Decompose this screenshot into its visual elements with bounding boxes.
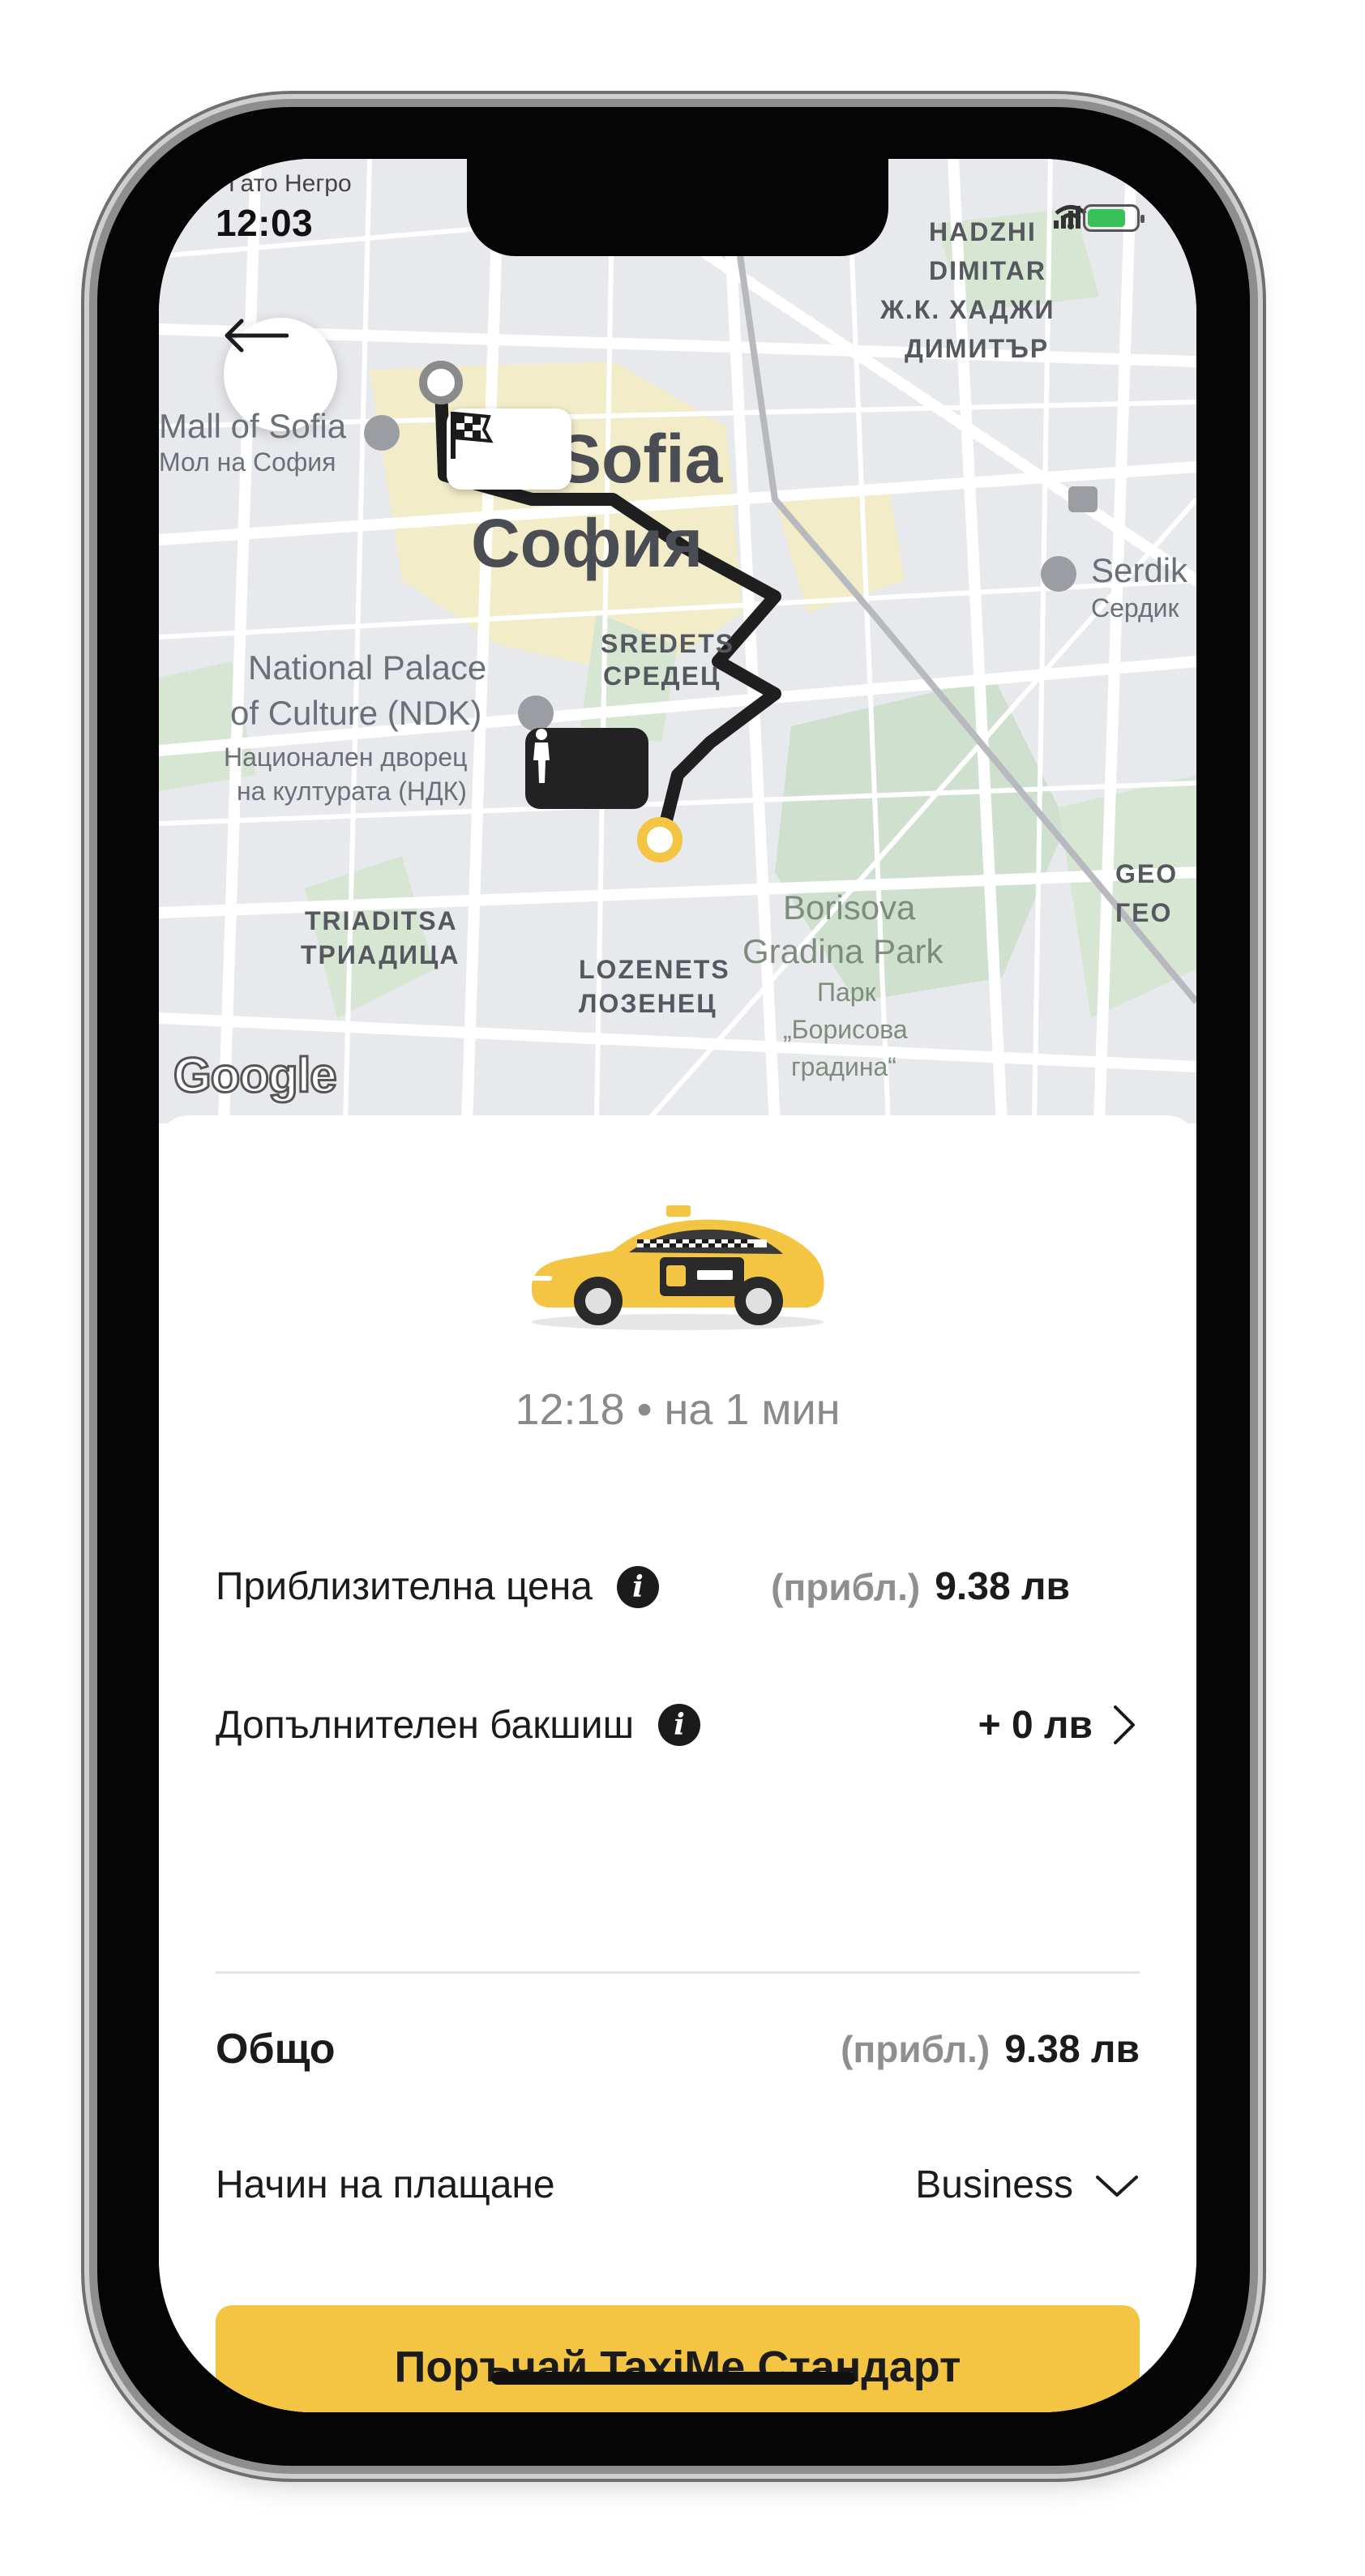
home-indicator[interactable] xyxy=(491,2372,856,2385)
status-icons xyxy=(1054,204,1145,232)
payment-label: Начин на плащане xyxy=(216,2163,555,2206)
divider xyxy=(216,1971,1140,1974)
map-label-triaditsa-latin: TRIADITSA xyxy=(305,906,458,935)
order-taxi-button[interactable]: Поръчай TaxiMe Стандарт xyxy=(216,2305,1140,2412)
map-label-park-cyr-3: градина“ xyxy=(791,1052,896,1081)
map-label-sredets-latin: SREDETS xyxy=(601,629,735,658)
route-map[interactable]: Гато Негро 12:03 HADZHI DIMITAR Ж.К. ХАД… xyxy=(159,159,1196,1123)
payment-method-row[interactable]: Начин на плащане Business xyxy=(216,2163,1140,2207)
tip-value: + 0 лв xyxy=(978,1703,1093,1747)
approximate-price-row: Приблизителна цена i (прибл.) 9.38 лв xyxy=(216,1564,1140,1609)
person-walking-icon xyxy=(533,729,550,783)
total-row: Общо (прибл.) 9.38 лв xyxy=(216,2025,1140,2073)
map-label-sofia-latin: Sofia xyxy=(556,421,723,497)
map-label-mall-latin: Mall of Sofia xyxy=(159,407,347,445)
map-label-dimitar-latin: DIMITAR xyxy=(929,256,1046,285)
status-time: 12:03 xyxy=(216,202,314,244)
map-label-lozenets-cyr: ЛОЗЕНЕЦ xyxy=(579,989,717,1018)
price-value: 9.38 лв xyxy=(935,1565,1070,1608)
google-attribution: Google xyxy=(173,1047,339,1104)
eta-text: 12:18 • на 1 мин xyxy=(515,1385,841,1434)
map-label-ndk-2: of Culture (NDK) xyxy=(230,694,482,732)
tip-label: Допълнителен бакшиш xyxy=(216,1703,635,1747)
camera-notch xyxy=(467,159,888,256)
total-label: Общо xyxy=(216,2026,336,2073)
phone-screen: Гато Негро 12:03 HADZHI DIMITAR Ж.К. ХАД… xyxy=(159,159,1196,2412)
map-label-lozenets-latin: LOZENETS xyxy=(579,955,730,984)
map-label-sofia-cyr: София xyxy=(471,505,704,581)
battery-charging-icon xyxy=(1083,204,1145,232)
payment-value[interactable]: Business xyxy=(915,2163,1073,2207)
start-flag-marker[interactable] xyxy=(447,409,571,490)
taxi-car-icon xyxy=(531,1205,824,1330)
map-label-hadzhi-latin: HADZHI xyxy=(929,217,1037,246)
checkered-flag-icon xyxy=(451,411,494,459)
map-label-geo-cyr: ГЕО xyxy=(1115,898,1173,927)
walking-marker[interactable] xyxy=(525,728,648,809)
map-label-serdika-cyr: Сердик xyxy=(1091,593,1179,623)
arrow-left-icon xyxy=(225,319,289,353)
chevron-right-icon xyxy=(1114,1705,1135,1744)
price-approx-label: (прибл.) xyxy=(771,1565,921,1608)
map-label-serdika-latin: Serdik xyxy=(1091,551,1188,589)
info-icon[interactable]: i xyxy=(658,1704,701,1746)
map-label-ndk-1: National Palace xyxy=(248,648,487,687)
map-label-ndk-cyr-1: Национален дворец xyxy=(224,742,468,772)
map-label-park-2: Gradina Park xyxy=(742,932,944,970)
map-label-geo-latin: GEO xyxy=(1115,859,1179,888)
map-label-park-cyr-2: „Борисова xyxy=(783,1015,908,1044)
back-to-app-label[interactable]: Гато Негро xyxy=(229,170,352,198)
map-label-park-1: Borisova xyxy=(783,888,916,926)
total-value: 9.38 лв xyxy=(1004,2027,1140,2071)
map-label-sredets-cyr: СРЕДЕЦ xyxy=(603,661,721,691)
map-label-park-cyr-1: Парк xyxy=(817,978,876,1007)
taxi-car-image xyxy=(516,1200,840,1338)
map-label-ndk-cyr-2: на културата (НДК) xyxy=(237,777,467,806)
map-label-triaditsa-cyr: ТРИАДИЦА xyxy=(301,940,460,969)
total-approx-label: (прибл.) xyxy=(841,2028,991,2070)
price-label: Приблизителна цена xyxy=(216,1565,593,1608)
info-icon[interactable]: i xyxy=(616,1565,659,1608)
map-label-hadzhi-cyr: Ж.К. ХАДЖИ xyxy=(880,295,1055,324)
tip-row[interactable]: Допълнителен бакшиш i + 0 лв xyxy=(216,1702,1140,1748)
map-label-dimitar-cyr: ДИМИТЪР xyxy=(905,334,1050,363)
map-label-mall-cyr: Мол на София xyxy=(159,447,336,477)
chevron-down-icon xyxy=(1096,2175,1138,2197)
